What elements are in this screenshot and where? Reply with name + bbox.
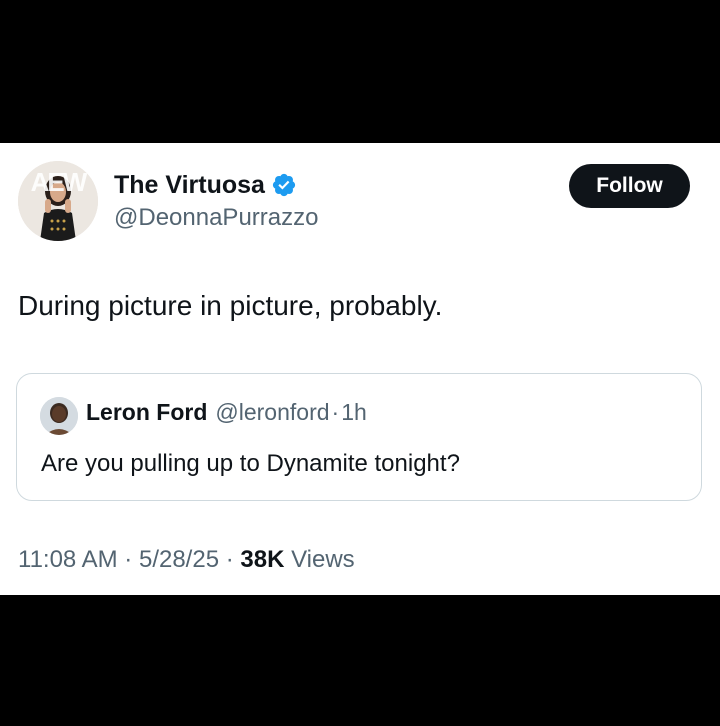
quoted-author-handle[interactable]: @leronford (215, 399, 329, 426)
quoted-tweet[interactable]: Leron Ford @leronford · 1h Are you pulli… (16, 373, 702, 501)
quoted-timestamp[interactable]: 1h (341, 399, 367, 426)
views-count: 38K (240, 546, 285, 573)
aew-logo: AEW (30, 167, 88, 197)
tweet-date[interactable]: 5/28/25 (139, 546, 219, 573)
author-avatar[interactable]: AEW (18, 161, 98, 241)
tweet-card (0, 143, 720, 595)
tweet-footer: 11:08 AM · 5/28/25 · 38K Views (18, 546, 355, 574)
quoted-author-name[interactable]: Leron Ford (86, 399, 207, 426)
quoted-separator: · (331, 399, 340, 425)
quoted-tweet-text: Are you pulling up to Dynamite tonight? (41, 450, 460, 477)
tweet-text: During picture in picture, probably. (18, 290, 443, 321)
footer-separator: · (225, 546, 234, 573)
quoted-tweet-header: Leron Ford @leronford · 1h (86, 399, 367, 426)
views-label: Views (291, 546, 355, 573)
author-handle[interactable]: @DeonnaPurrazzo (114, 204, 318, 232)
tweet-time[interactable]: 11:08 AM (18, 546, 118, 573)
author-display-name[interactable]: The Virtuosa (114, 171, 265, 200)
footer-separator: · (124, 546, 133, 573)
follow-button[interactable]: Follow (569, 164, 690, 208)
quoted-author-avatar-image (40, 397, 78, 435)
author-name-row: The Virtuosa (114, 168, 297, 202)
verified-badge-icon (272, 173, 296, 197)
quoted-author-avatar[interactable] (40, 397, 78, 435)
